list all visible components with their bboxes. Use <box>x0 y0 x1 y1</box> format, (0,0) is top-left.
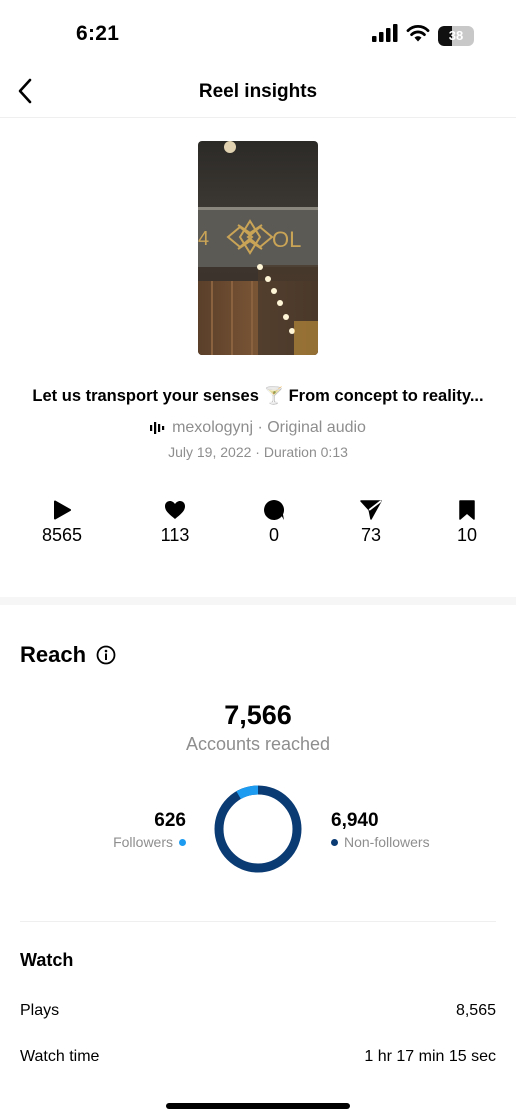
info-icon[interactable] <box>96 645 116 665</box>
reel-caption: Let us transport your senses 🍸 From conc… <box>32 387 484 405</box>
stat-plays: 8565 <box>22 498 102 546</box>
followers-label: Followers <box>113 834 173 850</box>
engagement-stats: 8565 113 0 73 10 <box>0 498 516 558</box>
reach-donut-chart <box>213 784 303 874</box>
stat-likes: 113 <box>135 498 215 546</box>
followers-legend-dot <box>179 838 186 846</box>
bookmark-icon <box>459 500 475 520</box>
stat-shares: 73 <box>331 498 411 546</box>
divider <box>20 921 496 922</box>
watch-time-label: Watch time <box>20 1048 100 1065</box>
status-time: 6:21 <box>76 22 120 45</box>
followers-reach: 626 Followers <box>113 810 186 850</box>
stat-value: 0 <box>268 525 279 545</box>
page-title: Reel insights <box>198 81 318 102</box>
audio-waveform-icon <box>150 422 165 434</box>
watch-time-value: 1 hr 17 min 15 sec <box>364 1048 496 1065</box>
accounts-reached-count: 7,566 <box>224 700 292 730</box>
reel-thumbnail[interactable]: 4 OL <box>198 141 318 355</box>
stat-comments: 0 <box>234 498 314 546</box>
stat-value: 113 <box>160 525 190 545</box>
heart-icon <box>165 501 185 519</box>
followers-count: 626 <box>154 810 186 831</box>
non-followers-reach: 6,940 Non-followers <box>331 810 430 850</box>
stat-value: 8565 <box>41 525 83 545</box>
non-followers-count: 6,940 <box>331 810 379 831</box>
reach-title: Reach <box>20 642 87 667</box>
stat-saves: 10 <box>427 498 507 546</box>
reel-insights-screen: 6:21 38 Reel insights 4 OL Let us transp… <box>0 0 516 1119</box>
reel-meta: July 19, 2022 · Duration 0:13 <box>168 444 348 460</box>
home-indicator[interactable] <box>166 1103 350 1109</box>
cellular-signal-icon <box>372 24 398 47</box>
status-bar: 6:21 38 <box>0 0 516 70</box>
wifi-icon <box>406 24 430 47</box>
stat-value: 10 <box>456 525 478 545</box>
donut-segment-non-followers <box>214 785 302 873</box>
svg-text:OL: OL <box>272 227 301 252</box>
battery-level: 38 <box>448 27 464 43</box>
reel-audio[interactable]: mexologynj · Original audio <box>0 419 516 437</box>
audio-label: mexologynj · Original audio <box>172 419 366 436</box>
plays-value: 8,565 <box>455 1002 496 1019</box>
stat-value: 73 <box>360 525 382 545</box>
status-icons: 38 <box>372 24 474 47</box>
watch-time-row: Watch time 1 hr 17 min 15 sec <box>20 1048 496 1072</box>
plays-row: Plays 8,565 <box>20 1002 496 1026</box>
accounts-reached-label: Accounts reached <box>185 734 331 754</box>
share-icon <box>360 500 382 520</box>
reach-heading: Reach <box>20 642 116 668</box>
comment-icon <box>264 499 285 520</box>
play-icon <box>54 500 71 520</box>
donut-segment-followers <box>214 785 302 873</box>
non-followers-legend-dot <box>331 838 338 846</box>
non-followers-label: Non-followers <box>344 834 430 850</box>
plays-label: Plays <box>20 1002 60 1019</box>
battery-icon: 38 <box>438 25 474 46</box>
watch-heading: Watch <box>20 950 74 970</box>
svg-text:4: 4 <box>198 228 209 250</box>
navigation-bar: Reel insights <box>0 70 516 118</box>
section-divider <box>0 597 516 605</box>
